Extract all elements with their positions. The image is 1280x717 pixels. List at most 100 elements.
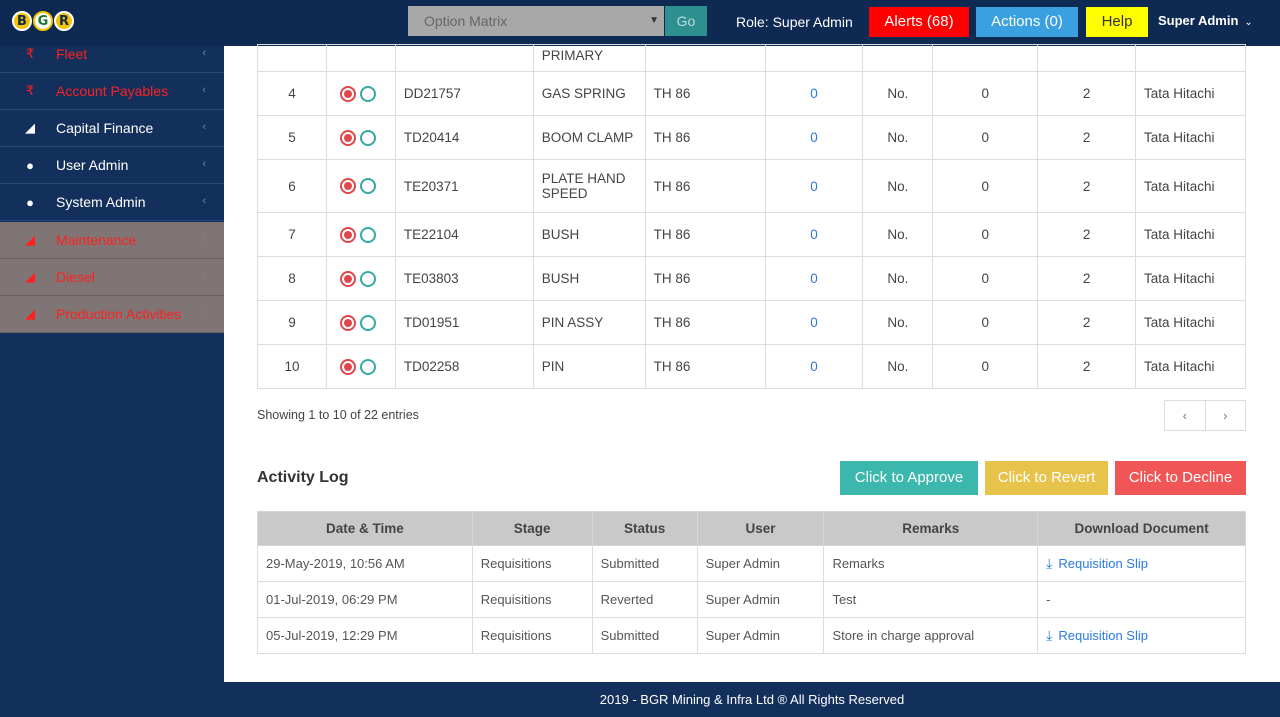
- sidebar-item-user-admin[interactable]: ● User Admin ‹: [0, 147, 224, 184]
- reject-radio[interactable]: [339, 85, 356, 102]
- sidebar-item-capital-finance[interactable]: ◢ Capital Finance ‹: [0, 110, 224, 147]
- item-qty-link[interactable]: 0: [764, 256, 864, 301]
- item-make: Tata Hitachi: [1135, 71, 1246, 116]
- log-status: Reverted: [591, 581, 698, 618]
- item-name: PIN: [532, 344, 646, 389]
- activity-log-table: Date & Time Stage Status User Remarks Do…: [257, 511, 1246, 654]
- item-count: 2: [1037, 159, 1137, 213]
- sidebar-item-production-activities[interactable]: ◢ Production Activities ‹: [0, 296, 224, 333]
- row-number: 8: [257, 256, 327, 301]
- chevron-left-icon: ‹: [202, 158, 206, 170]
- approve-radio[interactable]: [359, 129, 376, 146]
- item-qty-link[interactable]: 0: [764, 344, 864, 389]
- row-number: 5: [257, 115, 327, 160]
- sidebar-item-label: Maintenance: [56, 232, 137, 248]
- item-unit: No.: [862, 115, 934, 160]
- item-model: TH 86: [644, 344, 766, 389]
- approve-radio[interactable]: [359, 358, 376, 375]
- download-icon[interactable]: ⤓: [1046, 627, 1052, 644]
- item-unit: No.: [862, 159, 934, 213]
- approval-radios: [325, 256, 396, 301]
- column-header: Download Document: [1037, 511, 1246, 546]
- main-content: PRIMARY 4 DD21757 GAS SPRING TH 86 0 No.…: [224, 44, 1280, 682]
- users-icon: ●: [26, 194, 34, 210]
- logo-letter-r: R: [54, 11, 74, 31]
- table-row: 05-Jul-2019, 12:29 PM Requisitions Submi…: [257, 617, 1246, 654]
- item-code: TE03803: [394, 256, 534, 301]
- chevron-left-icon: ‹: [202, 84, 206, 96]
- log-status: Submitted: [591, 545, 698, 582]
- item-name: BUSH: [532, 212, 646, 257]
- column-header: Date & Time: [257, 511, 473, 546]
- reject-radio[interactable]: [339, 314, 356, 331]
- row-number: 7: [257, 212, 327, 257]
- sidebar-item-fleet[interactable]: ₹ Fleet ‹: [0, 36, 224, 73]
- prev-page-button[interactable]: ‹: [1165, 401, 1206, 430]
- table-row: 5 TD20414 BOOM CLAMP TH 86 0 No. 0 2 Tat…: [257, 115, 1246, 160]
- table-row: 4 DD21757 GAS SPRING TH 86 0 No. 0 2 Tat…: [257, 71, 1246, 116]
- user-menu[interactable]: Super Admin ⌄: [1158, 13, 1253, 28]
- reject-radio[interactable]: [339, 358, 356, 375]
- decline-button[interactable]: Click to Decline: [1115, 461, 1246, 495]
- log-remarks: Remarks: [823, 545, 1039, 582]
- approve-radio[interactable]: [359, 226, 376, 243]
- approve-radio[interactable]: [359, 178, 376, 195]
- row-number: 10: [257, 344, 327, 389]
- item-qty-link[interactable]: 0: [764, 212, 864, 257]
- download-icon[interactable]: ⤓: [1046, 555, 1052, 572]
- table-header-row: Date & Time Stage Status User Remarks Do…: [257, 511, 1246, 546]
- table-row: 01-Jul-2019, 06:29 PM Requisitions Rever…: [257, 581, 1246, 618]
- sidebar-item-label: System Admin: [56, 194, 146, 210]
- item-qty-link[interactable]: 0: [764, 115, 864, 160]
- bgr-logo[interactable]: B G R: [12, 6, 78, 36]
- logo-letter-g: G: [33, 11, 53, 31]
- sidebar-item-maintenance[interactable]: ◢ Maintenance ‹: [0, 222, 224, 259]
- revert-button[interactable]: Click to Revert: [985, 461, 1108, 495]
- dropdown-caret-icon: ▼: [649, 15, 659, 26]
- log-date: 01-Jul-2019, 06:29 PM: [257, 581, 473, 618]
- item-qty-link[interactable]: 0: [764, 159, 864, 213]
- item-count: 2: [1037, 300, 1137, 345]
- log-user: Super Admin: [696, 545, 825, 582]
- item-make: Tata Hitachi: [1135, 256, 1246, 301]
- area-chart-icon: ◢: [25, 269, 35, 284]
- reject-radio[interactable]: [339, 226, 356, 243]
- items-table: PRIMARY 4 DD21757 GAS SPRING TH 86 0 No.…: [257, 44, 1246, 389]
- sidebar-item-account-payables[interactable]: ₹ Account Payables ‹: [0, 73, 224, 110]
- item-name-cell: PRIMARY: [532, 44, 646, 72]
- approve-radio[interactable]: [359, 270, 376, 287]
- approve-radio[interactable]: [359, 85, 376, 102]
- approval-radios: [325, 344, 396, 389]
- item-unit: No.: [862, 300, 934, 345]
- item-make: Tata Hitachi: [1135, 159, 1246, 213]
- next-page-button[interactable]: ›: [1206, 401, 1246, 430]
- reject-radio[interactable]: [339, 129, 356, 146]
- help-button[interactable]: Help: [1086, 7, 1148, 37]
- approval-radios: [325, 115, 396, 160]
- item-model: TH 86: [644, 159, 766, 213]
- reject-radio[interactable]: [339, 178, 356, 195]
- item-unit: No.: [862, 71, 934, 116]
- area-chart-icon: ◢: [25, 120, 35, 135]
- sidebar-item-label: Fleet: [56, 46, 88, 62]
- log-download: ⤓ Requisition Slip: [1037, 617, 1246, 654]
- sidebar-item-system-admin[interactable]: ● System Admin ‹: [0, 184, 224, 221]
- item-count: 2: [1037, 256, 1137, 301]
- log-date: 05-Jul-2019, 12:29 PM: [257, 617, 473, 654]
- reject-radio[interactable]: [339, 270, 356, 287]
- chevron-left-icon: ‹: [202, 233, 206, 245]
- item-unit: No.: [862, 256, 934, 301]
- item-qty-link[interactable]: 0: [764, 71, 864, 116]
- actions-button[interactable]: Actions (0): [976, 7, 1078, 37]
- sidebar-item-diesel[interactable]: ◢ Diesel ‹: [0, 259, 224, 296]
- chevron-left-icon: ‹: [202, 121, 206, 133]
- requisition-slip-link[interactable]: Requisition Slip: [1058, 628, 1148, 643]
- option-matrix-select[interactable]: Option Matrix ▼: [408, 6, 664, 36]
- requisition-slip-link[interactable]: Requisition Slip: [1058, 556, 1148, 571]
- approve-button[interactable]: Click to Approve: [840, 461, 978, 495]
- go-button[interactable]: Go: [665, 6, 707, 36]
- item-model: TH 86: [644, 115, 766, 160]
- approve-radio[interactable]: [359, 314, 376, 331]
- alerts-button[interactable]: Alerts (68): [869, 7, 969, 37]
- item-qty-link[interactable]: 0: [764, 300, 864, 345]
